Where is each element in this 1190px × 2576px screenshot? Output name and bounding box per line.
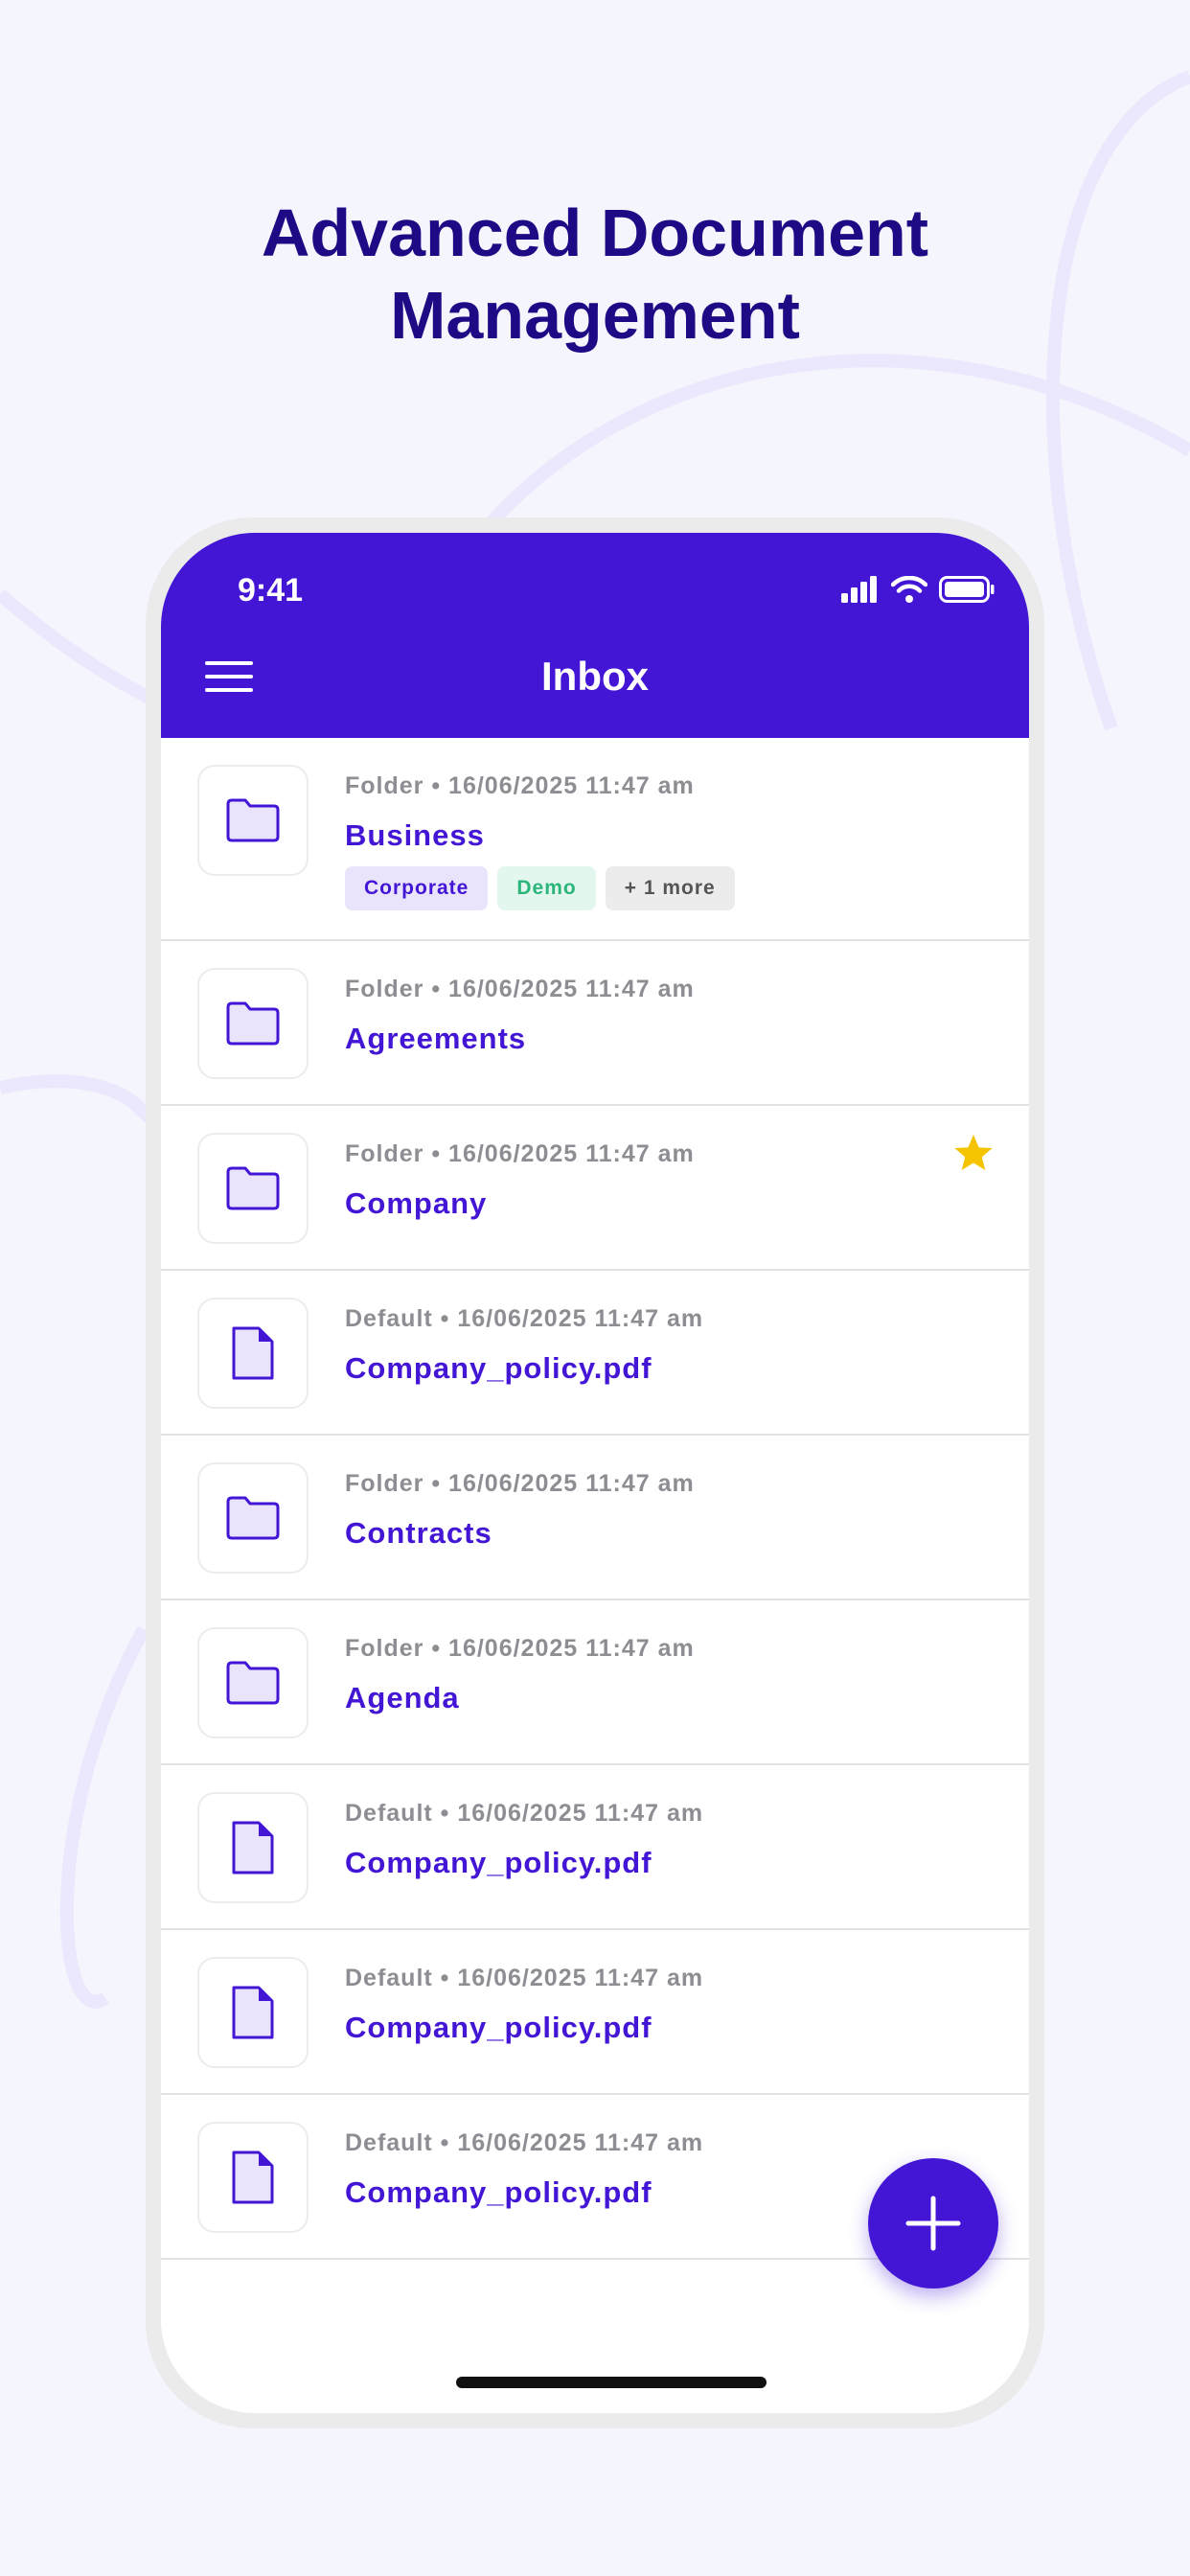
item-name[interactable]: Company: [345, 1184, 487, 1223]
folder-icon: [226, 1496, 280, 1540]
item-thumbnail: [197, 1298, 309, 1409]
folder-icon: [226, 1166, 280, 1210]
star-icon[interactable]: [952, 1133, 995, 1175]
item-name[interactable]: Company_policy.pdf: [345, 1844, 652, 1882]
phone-screen: 9:41 Inbox Folder • 16/06/2025 11:47 am …: [161, 533, 1029, 2413]
app-bar-title: Inbox: [541, 654, 649, 699]
add-button[interactable]: [868, 2158, 998, 2288]
tag-demo[interactable]: Demo: [497, 866, 596, 910]
headline-line-2: Management: [390, 278, 800, 353]
folder-icon: [226, 1661, 280, 1705]
item-thumbnail: [197, 765, 309, 876]
item-thumbnail: [197, 1133, 309, 1244]
list-item[interactable]: Folder • 16/06/2025 11:47 am Company: [161, 1106, 1029, 1271]
item-tags: Corporate Demo + 1 more: [345, 866, 735, 910]
document-icon: [232, 1326, 274, 1380]
item-meta: Folder • 16/06/2025 11:47 am: [345, 772, 695, 799]
list-item[interactable]: Default • 16/06/2025 11:47 am Company_po…: [161, 1930, 1029, 2095]
list-item[interactable]: Folder • 16/06/2025 11:47 am Business Co…: [161, 738, 1029, 941]
status-time: 9:41: [238, 572, 304, 609]
app-bar: 9:41 Inbox: [161, 533, 1029, 738]
item-meta: Default • 16/06/2025 11:47 am: [345, 1965, 704, 1991]
battery-icon: [939, 576, 995, 603]
list-item[interactable]: Folder • 16/06/2025 11:47 am Agenda: [161, 1600, 1029, 1765]
item-meta: Folder • 16/06/2025 11:47 am: [345, 976, 695, 1002]
item-thumbnail: [197, 1957, 309, 2068]
list-item[interactable]: Folder • 16/06/2025 11:47 am Contracts: [161, 1436, 1029, 1600]
headline-line-1: Advanced Document: [261, 196, 929, 270]
item-meta: Folder • 16/06/2025 11:47 am: [345, 1140, 695, 1167]
item-meta: Default • 16/06/2025 11:47 am: [345, 2129, 704, 2156]
item-meta: Default • 16/06/2025 11:47 am: [345, 1305, 704, 1332]
home-indicator: [456, 2377, 767, 2388]
cellular-signal-icon: [841, 576, 877, 603]
document-icon: [232, 1986, 274, 2039]
item-name[interactable]: Agenda: [345, 1679, 460, 1717]
item-meta: Folder • 16/06/2025 11:47 am: [345, 1635, 695, 1662]
list-item[interactable]: Folder • 16/06/2025 11:47 am Agreements: [161, 941, 1029, 1106]
item-name[interactable]: Agreements: [345, 1020, 526, 1058]
item-meta: Folder • 16/06/2025 11:47 am: [345, 1470, 695, 1497]
tag-more[interactable]: + 1 more: [605, 866, 735, 910]
document-list: Folder • 16/06/2025 11:47 am Business Co…: [161, 738, 1029, 2260]
tag-corporate[interactable]: Corporate: [345, 866, 489, 910]
wifi-icon: [891, 576, 927, 603]
plus-icon: [905, 2196, 961, 2251]
list-item[interactable]: Default • 16/06/2025 11:47 am Company_po…: [161, 1765, 1029, 1930]
document-icon: [232, 1821, 274, 1874]
item-meta: Default • 16/06/2025 11:47 am: [345, 1800, 704, 1827]
folder-icon: [226, 798, 280, 842]
item-name[interactable]: Company_policy.pdf: [345, 2174, 652, 2212]
item-thumbnail: [197, 2122, 309, 2233]
phone-frame: 9:41 Inbox Folder • 16/06/2025 11:47 am …: [146, 518, 1044, 2428]
item-name[interactable]: Business: [345, 816, 485, 855]
page-headline: Advanced Document Management: [0, 192, 1190, 356]
document-icon: [232, 2150, 274, 2204]
item-name[interactable]: Contracts: [345, 1514, 492, 1552]
status-icons: [841, 573, 995, 606]
list-item[interactable]: Default • 16/06/2025 11:47 am Company_po…: [161, 1271, 1029, 1436]
item-thumbnail: [197, 1627, 309, 1738]
item-thumbnail: [197, 968, 309, 1079]
folder-icon: [226, 1001, 280, 1046]
item-name[interactable]: Company_policy.pdf: [345, 1349, 652, 1388]
item-thumbnail: [197, 1792, 309, 1903]
item-name[interactable]: Company_policy.pdf: [345, 2009, 652, 2047]
item-thumbnail: [197, 1462, 309, 1574]
